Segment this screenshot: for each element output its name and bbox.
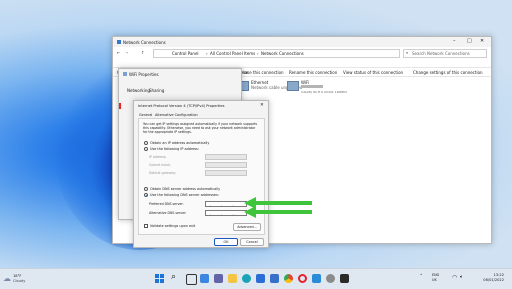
- cloud-icon: ☁: [3, 274, 11, 283]
- taskbar: ☁ 18°F Cloudy ⌕ ˄ ENG UK ◠ 🔈︎ 13:22 06/0…: [0, 268, 512, 289]
- annotation-arrows: [244, 197, 312, 218]
- photos-icon[interactable]: [312, 274, 321, 283]
- search-icon[interactable]: ⌕: [171, 272, 176, 282]
- chevron-up-icon[interactable]: ˄: [420, 274, 423, 280]
- chrome-icon[interactable]: [284, 274, 293, 283]
- clock-date: 06/01/2022: [483, 278, 504, 282]
- weather-temp: 18°F: [13, 274, 22, 278]
- weather-widget[interactable]: ☁ 18°F Cloudy: [3, 272, 43, 286]
- volume-icon[interactable]: 🔈︎: [460, 274, 463, 280]
- clock-time: 13:22: [493, 273, 504, 277]
- terminal-icon[interactable]: [340, 274, 349, 283]
- teams-icon[interactable]: [214, 274, 223, 283]
- clock[interactable]: 13:22 06/01/2022: [474, 272, 506, 286]
- wifi-icon[interactable]: ◠: [452, 274, 457, 281]
- language-indicator[interactable]: ENG UK: [432, 272, 448, 286]
- start-button[interactable]: [155, 274, 164, 283]
- edge-icon[interactable]: [242, 274, 251, 283]
- language-code: ENG: [432, 273, 440, 277]
- opera-icon[interactable]: [298, 274, 307, 283]
- task-view-icon[interactable]: [186, 274, 197, 285]
- widgets-icon[interactable]: [200, 274, 209, 283]
- file-explorer-icon[interactable]: [228, 274, 237, 283]
- weather-desc: Cloudy: [13, 279, 26, 283]
- region-code: UK: [432, 278, 437, 282]
- store-icon[interactable]: [256, 274, 265, 283]
- settings-icon[interactable]: [326, 274, 335, 283]
- arrow-alternative-dns: [244, 206, 312, 218]
- mail-icon[interactable]: [270, 274, 279, 283]
